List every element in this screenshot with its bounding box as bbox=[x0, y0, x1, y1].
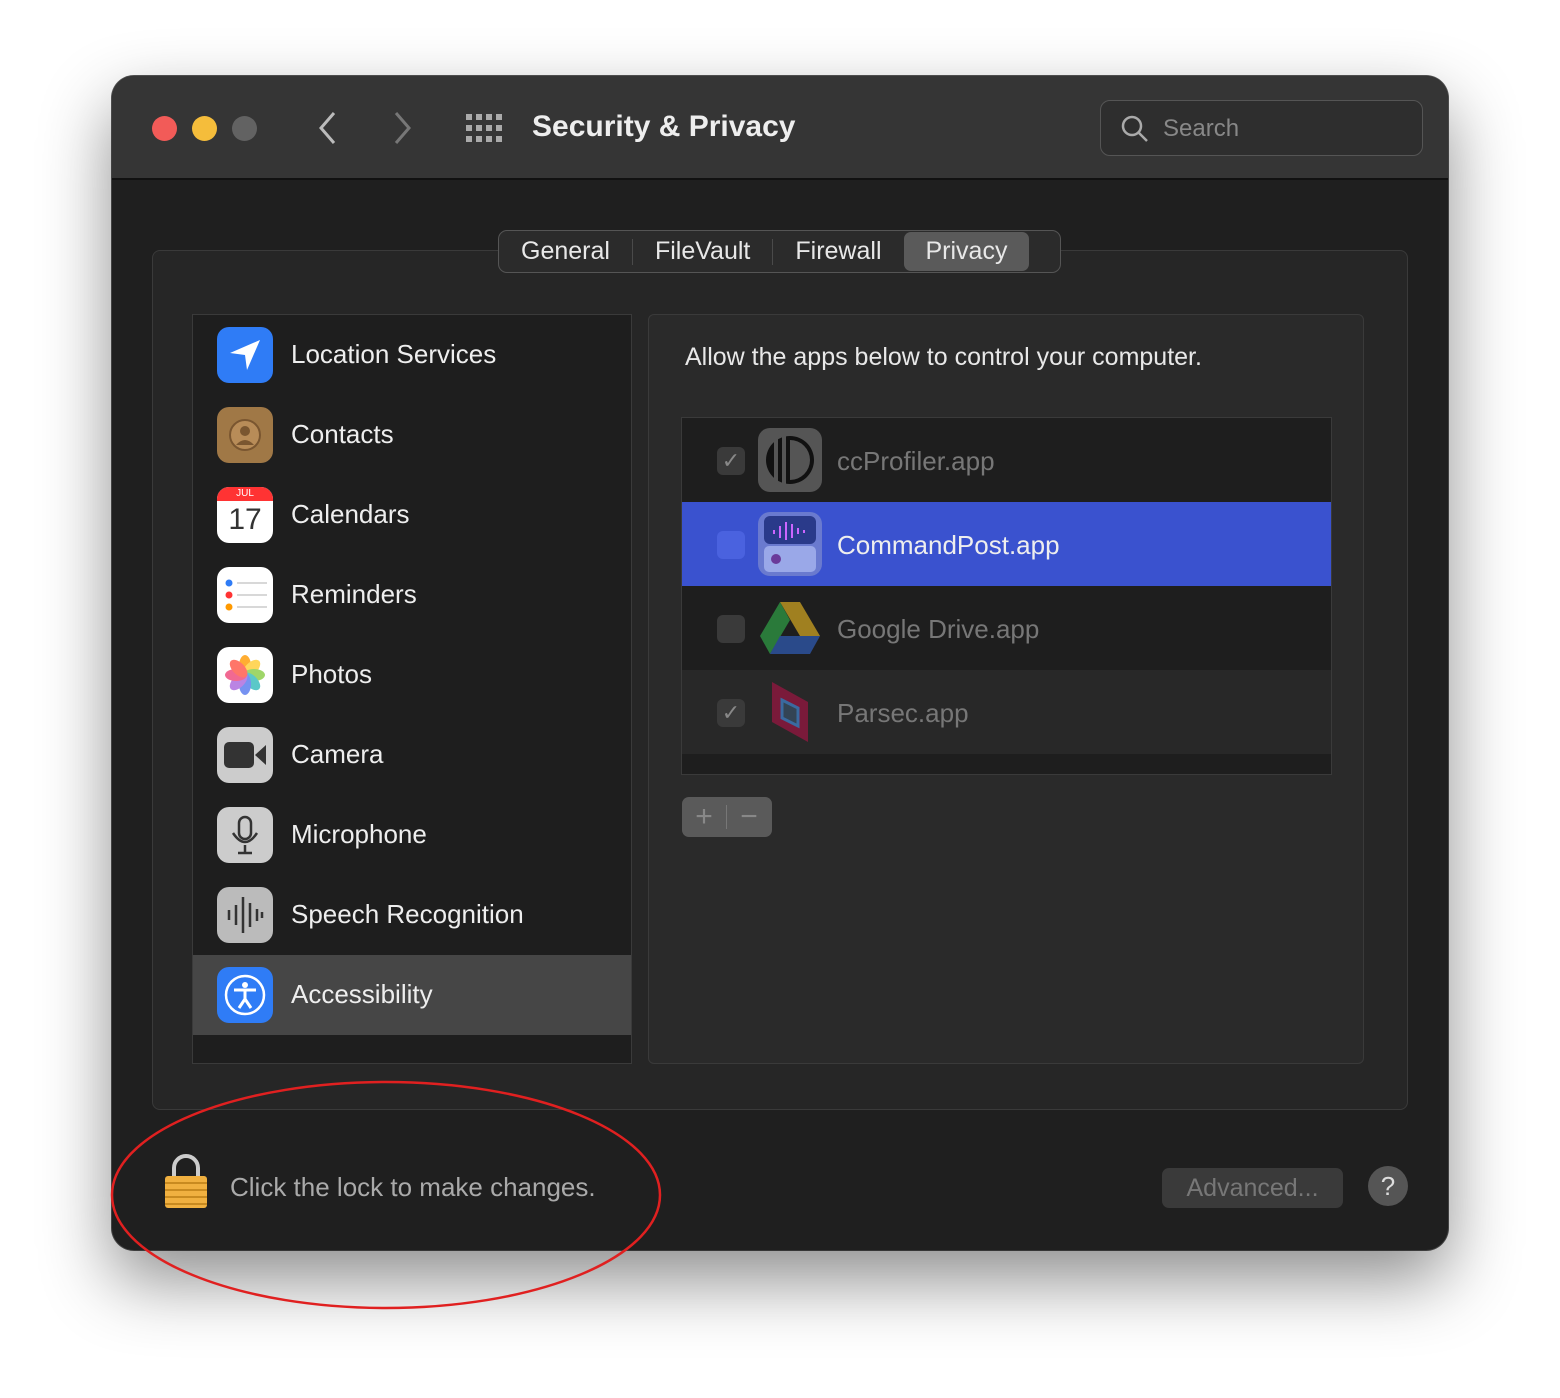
sidebar-item-location-services[interactable]: Location Services bbox=[193, 315, 631, 395]
app-checkbox-checked[interactable]: ✓ bbox=[717, 699, 745, 727]
app-name: Parsec.app bbox=[837, 698, 969, 728]
minimize-button[interactable] bbox=[192, 116, 217, 141]
accessibility-icon bbox=[217, 967, 273, 1023]
app-row-ccprofiler[interactable]: ✓ ccProfiler.app bbox=[682, 418, 1331, 502]
calendar-month: JUL bbox=[217, 487, 273, 501]
sidebar-item-label: Reminders bbox=[291, 579, 417, 609]
parsec-icon bbox=[758, 680, 822, 744]
sidebar-item-label: Calendars bbox=[291, 499, 410, 529]
search-input[interactable]: Search bbox=[1100, 100, 1423, 156]
back-chevron-icon[interactable] bbox=[316, 110, 338, 146]
forward-chevron-icon[interactable] bbox=[392, 110, 414, 146]
lock-message: Click the lock to make changes. bbox=[230, 1172, 596, 1202]
app-name: ccProfiler.app bbox=[837, 446, 995, 476]
window-title: Security & Privacy bbox=[532, 110, 796, 143]
panel-description: Allow the apps below to control your com… bbox=[685, 343, 1202, 371]
sidebar-item-speech-recognition[interactable]: Speech Recognition bbox=[193, 875, 631, 955]
waveform-icon bbox=[217, 887, 273, 943]
grid-icon[interactable] bbox=[466, 114, 502, 142]
tab-general[interactable]: General bbox=[499, 232, 632, 271]
security-privacy-window: Security & Privacy Search General FileVa… bbox=[112, 76, 1448, 1250]
sidebar-item-label: Accessibility bbox=[291, 979, 433, 1009]
sidebar-item-camera[interactable]: Camera bbox=[193, 715, 631, 795]
help-button[interactable]: ? bbox=[1368, 1166, 1408, 1206]
app-row-google-drive[interactable]: Google Drive.app bbox=[682, 586, 1331, 670]
tab-bar: General FileVault Firewall Privacy bbox=[498, 230, 1061, 273]
photos-icon bbox=[217, 647, 273, 703]
google-drive-icon bbox=[758, 596, 822, 660]
advanced-button[interactable]: Advanced... bbox=[1162, 1168, 1343, 1208]
privacy-category-list: Location Services Contacts JUL 17 Calend… bbox=[192, 314, 632, 1064]
sidebar-item-calendars[interactable]: JUL 17 Calendars bbox=[193, 475, 631, 555]
app-row-parsec[interactable]: ✓ Parsec.app bbox=[682, 670, 1331, 754]
title-bar: Security & Privacy Search bbox=[112, 76, 1448, 180]
camera-icon bbox=[217, 727, 273, 783]
ccprofiler-icon bbox=[758, 428, 822, 492]
close-button[interactable] bbox=[152, 116, 177, 141]
location-arrow-icon bbox=[217, 327, 273, 383]
app-checkbox-checked[interactable]: ✓ bbox=[717, 447, 745, 475]
search-placeholder: Search bbox=[1163, 115, 1240, 142]
sidebar-item-label: Photos bbox=[291, 659, 372, 689]
remove-app-button[interactable]: − bbox=[727, 800, 771, 834]
tab-firewall[interactable]: Firewall bbox=[773, 232, 903, 271]
sidebar-item-label: Camera bbox=[291, 739, 384, 769]
sidebar-item-photos[interactable]: Photos bbox=[193, 635, 631, 715]
app-row-commandpost[interactable]: CommandPost.app bbox=[682, 502, 1331, 586]
sidebar-item-label: Speech Recognition bbox=[291, 899, 524, 929]
sidebar-item-label: Contacts bbox=[291, 419, 394, 449]
sidebar-item-microphone[interactable]: Microphone bbox=[193, 795, 631, 875]
search-icon bbox=[1121, 115, 1148, 142]
accessibility-panel: Allow the apps below to control your com… bbox=[648, 314, 1364, 1064]
sidebar-item-label: Location Services bbox=[291, 339, 497, 369]
calendar-icon: JUL 17 bbox=[217, 487, 273, 543]
sidebar-item-reminders[interactable]: Reminders bbox=[193, 555, 631, 635]
app-list: ✓ ccProfiler.app CommandPost.app Google … bbox=[681, 417, 1332, 775]
app-name: Google Drive.app bbox=[837, 614, 1040, 644]
commandpost-icon bbox=[758, 512, 822, 576]
tab-privacy[interactable]: Privacy bbox=[903, 232, 1030, 271]
app-checkbox[interactable] bbox=[717, 531, 745, 559]
add-app-button[interactable]: + bbox=[682, 800, 726, 834]
app-checkbox[interactable] bbox=[717, 615, 745, 643]
microphone-icon bbox=[217, 807, 273, 863]
app-name: CommandPost.app bbox=[837, 530, 1060, 560]
lock-icon[interactable] bbox=[162, 1152, 210, 1210]
sidebar-item-accessibility[interactable]: Accessibility bbox=[193, 955, 631, 1035]
contacts-icon bbox=[217, 407, 273, 463]
add-remove-control: + − bbox=[682, 797, 772, 837]
calendar-day: 17 bbox=[228, 503, 262, 536]
sidebar-item-label: Microphone bbox=[291, 819, 427, 849]
sidebar-item-contacts[interactable]: Contacts bbox=[193, 395, 631, 475]
tab-filevault[interactable]: FileVault bbox=[633, 232, 772, 271]
reminders-icon bbox=[217, 567, 273, 623]
zoom-button[interactable] bbox=[232, 116, 257, 141]
